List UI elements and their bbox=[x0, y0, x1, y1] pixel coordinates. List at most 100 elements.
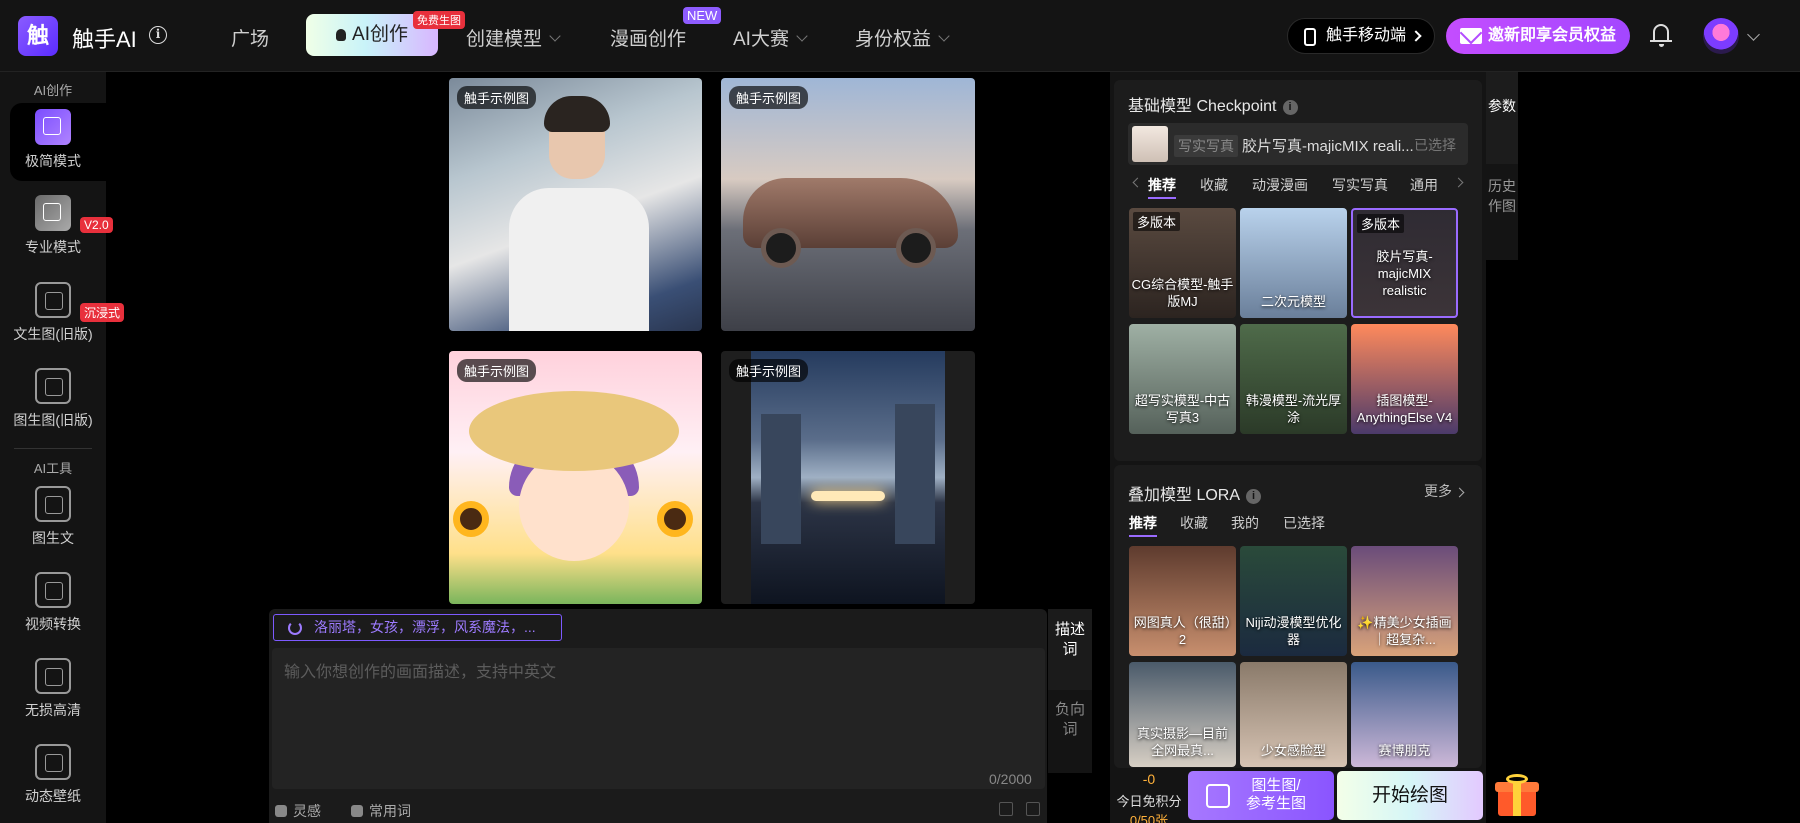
envelope-icon bbox=[1460, 28, 1482, 44]
sidebar-item-pro[interactable]: 专业模式 bbox=[0, 195, 106, 257]
tab-mine[interactable]: 我的 bbox=[1231, 513, 1259, 533]
sidebar-item-upscale[interactable]: 无损高清 bbox=[0, 658, 106, 720]
selected-model-category: 写实写真 bbox=[1174, 135, 1238, 157]
light-shape bbox=[811, 491, 885, 501]
sidebar-item-label: 图生图(旧版) bbox=[13, 412, 93, 428]
lora-card-item[interactable]: 真实摄影—目前全网最真... bbox=[1129, 662, 1236, 767]
lora-card-item[interactable]: 赛博朋克 bbox=[1351, 662, 1458, 767]
gift-icon[interactable] bbox=[1494, 772, 1540, 818]
nav-comic-label: 漫画创作 bbox=[610, 29, 687, 50]
nav-plaza[interactable]: 广场 bbox=[231, 24, 269, 51]
free-badge: 免费生图 bbox=[413, 11, 465, 29]
model-card[interactable]: 超写实模型-中古写真3 bbox=[1129, 324, 1236, 434]
sidebar-item-label: 专业模式 bbox=[25, 239, 81, 255]
model-card-label: 韩漫模型-流光厚涂 bbox=[1245, 393, 1342, 425]
tab-recommend[interactable]: 推荐 bbox=[1129, 513, 1157, 537]
img2img-button[interactable]: 图生图/ 参考生图 bbox=[1188, 771, 1334, 820]
lora-card-item[interactable]: Niji动漫模型优化器 bbox=[1240, 546, 1347, 656]
lora-more-link[interactable]: 更多 bbox=[1424, 481, 1465, 501]
logo-icon[interactable]: 触 bbox=[18, 16, 58, 56]
save-icon[interactable] bbox=[1026, 802, 1040, 816]
sidebar-item-img2img[interactable]: 图生图(旧版) bbox=[0, 368, 106, 430]
img2img-label-2: 参考生图 bbox=[1245, 795, 1306, 812]
lora-card-item[interactable]: 网图真人（很甜）2 bbox=[1129, 546, 1236, 656]
nav-contest[interactable]: AI大赛 bbox=[733, 24, 808, 51]
sample-image-car[interactable]: 触手示例图 bbox=[721, 78, 975, 331]
hd-icon bbox=[35, 658, 71, 694]
sidebar-item-wallpaper[interactable]: 动态壁纸 bbox=[0, 744, 106, 806]
nav-benefits[interactable]: 身份权益 bbox=[855, 24, 950, 51]
sidebar-item-img2txt[interactable]: 图生文 bbox=[0, 486, 106, 548]
daily-points: -0 今日免积分 0/50张 bbox=[1113, 771, 1185, 823]
nav-comic[interactable]: 漫画创作 bbox=[610, 24, 686, 51]
shirt-shape bbox=[509, 188, 649, 331]
start-drawing-button[interactable]: 开始绘图 bbox=[1337, 771, 1483, 820]
chevron-right-icon bbox=[1410, 30, 1422, 42]
tab-history[interactable]: 历史作图 bbox=[1486, 164, 1518, 260]
lora-card-item[interactable]: ✨精美少女插画｜超复杂... bbox=[1351, 546, 1458, 656]
tab-favorites[interactable]: 收藏 bbox=[1200, 175, 1228, 195]
tab-general[interactable]: 通用 bbox=[1410, 175, 1438, 195]
text-image-icon bbox=[35, 486, 71, 522]
sample-image-boy[interactable]: 触手示例图 bbox=[449, 78, 702, 331]
selected-model-name: 胶片写真-majicMIX reali... bbox=[1242, 138, 1414, 155]
common-words-button[interactable]: 常用词 bbox=[351, 801, 411, 821]
nav-ai-create-label: AI创作 bbox=[352, 24, 408, 45]
sample-tag: 触手示例图 bbox=[729, 359, 809, 382]
nav-benefits-label: 身份权益 bbox=[855, 29, 932, 50]
selected-model-state: 已选择 bbox=[1414, 137, 1456, 153]
info-icon[interactable]: i bbox=[1246, 489, 1262, 504]
tab-recommend[interactable]: 推荐 bbox=[1148, 175, 1176, 199]
new-badge: NEW bbox=[683, 7, 722, 24]
inspiration-button[interactable]: 灵感 bbox=[275, 801, 321, 821]
tab-realistic[interactable]: 写实写真 bbox=[1332, 175, 1388, 195]
brand-name[interactable]: 触手AI bbox=[72, 22, 137, 54]
sidebar-item-video[interactable]: 视频转换 bbox=[0, 572, 106, 634]
common-words-icon bbox=[351, 805, 363, 817]
points-delta: -0 bbox=[1142, 771, 1156, 787]
sample-tag: 触手示例图 bbox=[729, 86, 809, 109]
lora-card-item[interactable]: 少女感脸型 bbox=[1240, 662, 1347, 767]
image-icon bbox=[35, 282, 71, 318]
model-card-label: 真实摄影—目前全网最真... bbox=[1136, 726, 1228, 758]
invite-button[interactable]: 邀新即享会员权益 bbox=[1446, 18, 1630, 54]
prompt-suggestion[interactable]: 洛丽塔，女孩，漂浮，风系魔法，... bbox=[273, 614, 562, 641]
avatar[interactable] bbox=[1703, 18, 1739, 54]
hat-shape bbox=[469, 391, 679, 471]
img2img-label-1: 图生图/ bbox=[1251, 777, 1301, 794]
sidebar-item-txt2img[interactable]: 文生图(旧版) bbox=[0, 282, 106, 344]
model-card[interactable]: 二次元模型 bbox=[1240, 208, 1347, 318]
tab-params[interactable]: 参数 bbox=[1486, 72, 1518, 164]
tab-describe[interactable]: 描述词 bbox=[1048, 609, 1092, 690]
hair-shape bbox=[544, 96, 610, 132]
pro-mode-icon bbox=[35, 195, 71, 231]
tab-negative[interactable]: 负向词 bbox=[1048, 690, 1092, 773]
nav-create-model[interactable]: 创建模型 bbox=[466, 24, 561, 51]
wheel-shape bbox=[896, 228, 936, 268]
model-card[interactable]: 韩漫模型-流光厚涂 bbox=[1240, 324, 1347, 434]
selected-model-thumb bbox=[1132, 126, 1168, 162]
sample-image-city[interactable]: 触手示例图 bbox=[721, 351, 975, 604]
mobile-app-button[interactable]: 触手移动端 bbox=[1287, 18, 1435, 54]
chevron-down-icon[interactable] bbox=[1747, 28, 1760, 41]
sidebar-section-tools: AI工具 bbox=[33, 461, 73, 476]
bell-icon[interactable] bbox=[1650, 24, 1672, 47]
trash-icon[interactable] bbox=[999, 802, 1013, 816]
sidebar-divider bbox=[14, 448, 92, 449]
model-card[interactable]: 插图模型-AnythingElse V4 bbox=[1351, 324, 1458, 434]
info-icon[interactable]: i bbox=[1282, 100, 1298, 115]
nav-plaza-label: 广场 bbox=[231, 29, 270, 50]
sidebar-item-simple[interactable]: 极简模式 bbox=[0, 109, 106, 171]
lora-title: 叠加模型 LORA i bbox=[1128, 481, 1262, 505]
common-words-label: 常用词 bbox=[369, 803, 411, 819]
sample-image-anime[interactable]: 触手示例图 bbox=[449, 351, 702, 604]
refresh-icon[interactable] bbox=[288, 621, 302, 635]
tab-selected[interactable]: 已选择 bbox=[1283, 513, 1325, 533]
model-card[interactable]: 多版本 CG综合模型-触手版MJ bbox=[1129, 208, 1236, 318]
info-icon[interactable]: i bbox=[149, 26, 167, 44]
chevron-down-icon bbox=[549, 30, 561, 42]
sidebar-item-label: 极简模式 bbox=[25, 153, 81, 169]
model-card-selected[interactable]: 多版本 胶片写真-majicMIX realistic bbox=[1351, 208, 1458, 318]
tab-anime[interactable]: 动漫漫画 bbox=[1252, 175, 1308, 195]
tab-favorites[interactable]: 收藏 bbox=[1180, 513, 1208, 533]
